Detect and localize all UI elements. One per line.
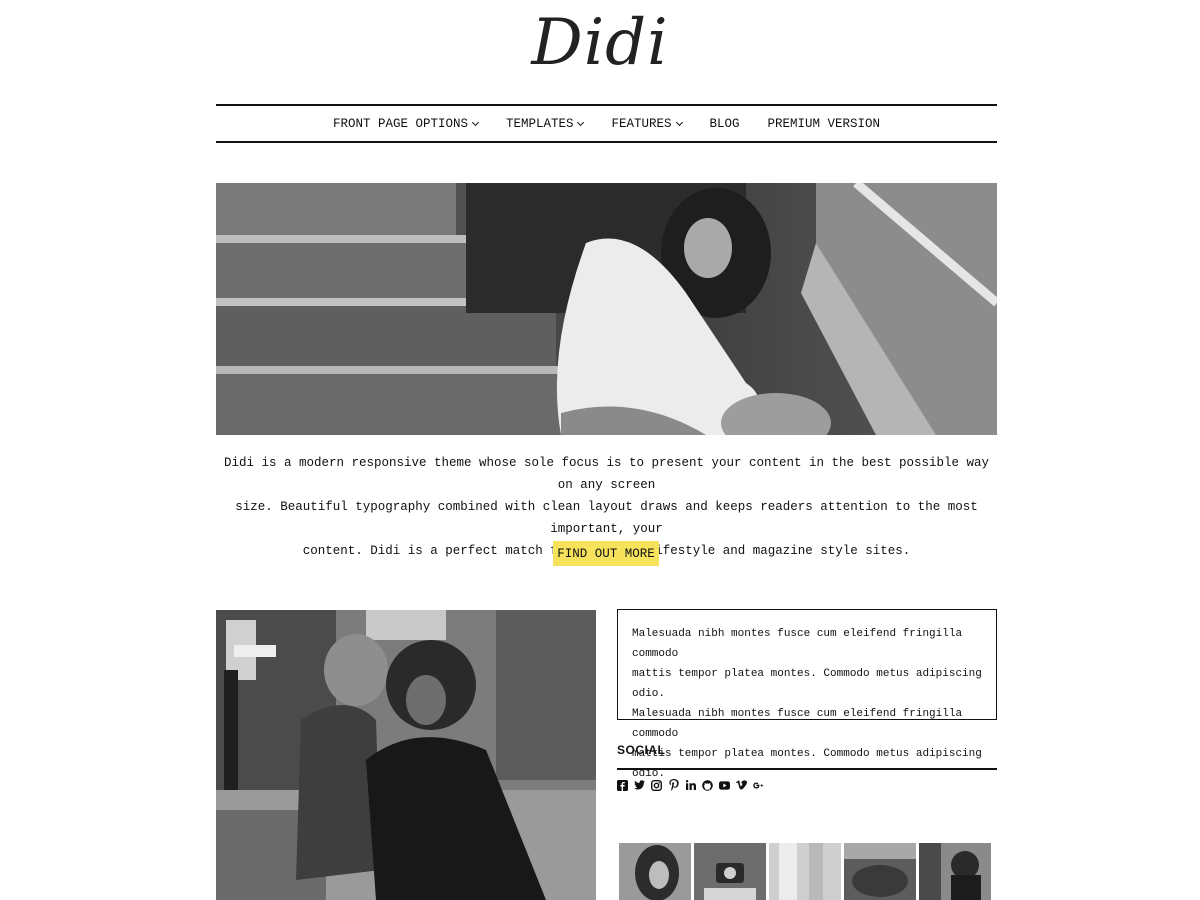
divider [617, 768, 997, 770]
text-widget-line: Malesuada nibh montes fusce cum eleifend… [632, 628, 963, 660]
featured-post-image[interactable] [216, 610, 596, 900]
social-widget-title: SOCIAL [617, 743, 666, 757]
instagram-photo[interactable] [619, 843, 691, 900]
nav-item-label: FRONT PAGE OPTIONS [332, 116, 468, 131]
instagram-photo[interactable] [769, 843, 841, 900]
text-widget-line: mattis tempor platea montes. Commodo met… [632, 668, 982, 700]
nav-item-label: PREMIUM VERSION [767, 116, 881, 131]
nav-item-label: TEMPLATES [505, 116, 574, 131]
intro-line: size. Beautiful typography combined with… [235, 500, 978, 536]
chevron-down-icon [471, 118, 480, 126]
chevron-down-icon [577, 118, 585, 126]
instagram-photo[interactable] [844, 843, 916, 900]
instagram-photo[interactable] [919, 843, 991, 900]
site-logo[interactable]: Didi [0, 6, 1200, 80]
nav-item-front-page-options[interactable]: FRONT PAGE OPTIONS [319, 117, 492, 131]
vimeo-icon[interactable] [736, 778, 747, 792]
chevron-down-icon [675, 118, 683, 126]
pinterest-icon[interactable] [668, 778, 679, 792]
hero-image [216, 183, 997, 435]
social-icons [617, 778, 764, 792]
nav-item-label: BLOG [709, 116, 740, 131]
instagram-feed [619, 843, 991, 900]
github-icon[interactable] [702, 778, 713, 792]
nav-item-label: FEATURES [611, 116, 672, 131]
text-widget-line: Malesuada nibh montes fusce cum eleifend… [632, 708, 963, 740]
youtube-icon[interactable] [719, 778, 730, 792]
nav-item-blog[interactable]: BLOG [696, 117, 754, 131]
linkedin-icon[interactable] [685, 778, 696, 792]
nav-item-templates[interactable]: TEMPLATES [492, 117, 598, 131]
nav-item-features[interactable]: FEATURES [597, 117, 695, 131]
intro-line: Didi is a modern responsive theme whose … [223, 456, 990, 492]
find-out-more-button[interactable]: FIND OUT MORE [553, 541, 659, 566]
twitter-icon[interactable] [634, 778, 645, 792]
main-navigation: FRONT PAGE OPTIONS TEMPLATES FEATURES BL… [216, 104, 997, 143]
facebook-icon[interactable] [617, 778, 628, 792]
text-widget: Malesuada nibh montes fusce cum eleifend… [617, 609, 997, 780]
instagram-photo[interactable] [694, 843, 766, 900]
instagram-icon[interactable] [651, 778, 662, 792]
google-plus-icon[interactable] [753, 778, 764, 792]
nav-item-premium-version[interactable]: PREMIUM VERSION [754, 117, 895, 131]
